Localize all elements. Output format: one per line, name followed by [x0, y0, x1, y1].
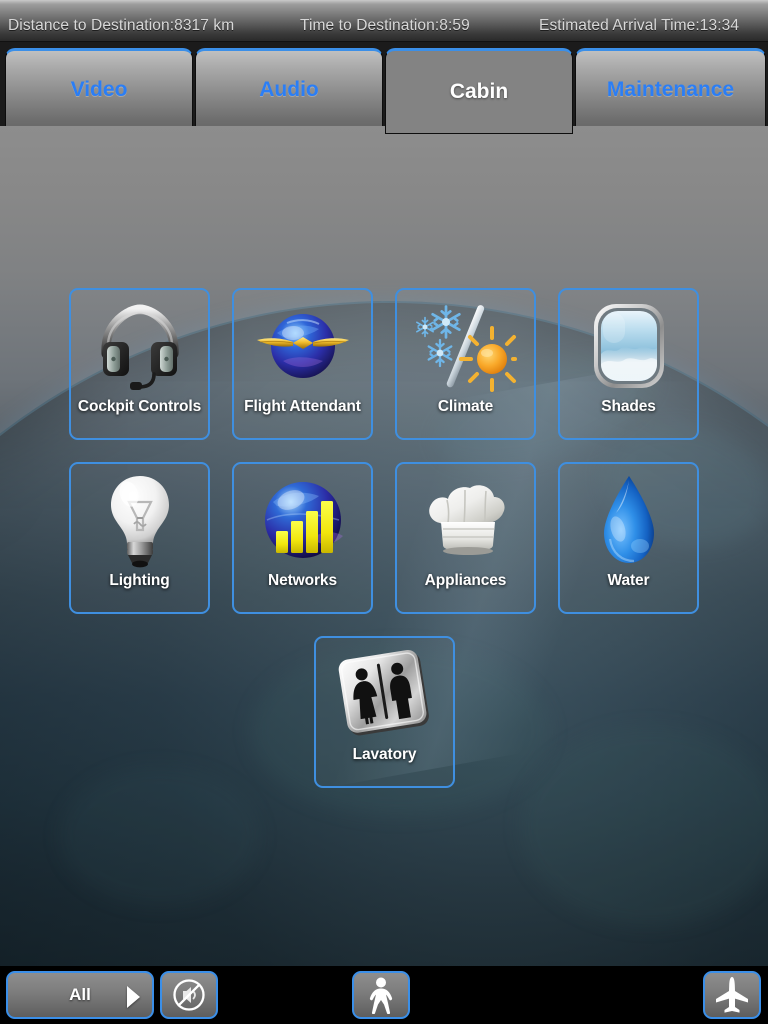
tab-audio-label: Audio	[259, 78, 319, 101]
tile-appliances[interactable]: Appliances	[395, 462, 536, 614]
aircraft-view-button[interactable]	[703, 971, 761, 1019]
tile-label: Lighting	[109, 572, 170, 589]
globe-wings-icon	[234, 294, 371, 398]
chevron-right-icon	[127, 986, 140, 1008]
tile-cockpit-controls[interactable]: Cockpit Controls	[69, 288, 210, 440]
bottom-toolbar: All	[0, 966, 768, 1024]
tile-lavatory[interactable]: Lavatory	[314, 636, 455, 788]
lavatory-sign-icon	[316, 642, 453, 746]
lightbulb-icon	[71, 468, 208, 572]
airplane-icon	[714, 976, 750, 1014]
tab-audio[interactable]: Audio	[195, 48, 383, 130]
tile-lighting[interactable]: Lighting	[69, 462, 210, 614]
chef-hat-icon	[397, 468, 534, 572]
cabin-function-grid: Cockpit Controls Flight Attendant Climat…	[0, 126, 768, 966]
tile-label: Flight Attendant	[244, 398, 361, 415]
distance-to-destination: Distance to Destination:8317 km	[8, 17, 235, 34]
cabin-management-screen: Distance to Destination:8317 km Time to …	[0, 0, 768, 1024]
mute-speaker-icon	[171, 977, 207, 1013]
tile-climate[interactable]: Climate	[395, 288, 536, 440]
tile-label: Lavatory	[352, 746, 417, 763]
main-stage: Cockpit Controls Flight Attendant Climat…	[0, 126, 768, 966]
walking-person-icon	[365, 976, 397, 1014]
time-to-destination: Time to Destination:8:59	[300, 17, 470, 34]
tile-shades[interactable]: Shades	[558, 288, 699, 440]
tab-video-label: Video	[70, 78, 128, 101]
tile-label: Climate	[437, 398, 494, 415]
attendant-call-button[interactable]	[352, 971, 410, 1019]
tile-water[interactable]: Water	[558, 462, 699, 614]
tile-flight-attendant[interactable]: Flight Attendant	[232, 288, 373, 440]
tile-label: Water	[607, 572, 650, 589]
water-drop-icon	[560, 468, 697, 572]
tab-maintenance[interactable]: Maintenance	[575, 48, 766, 130]
globe-signal-bars-icon	[234, 468, 371, 572]
tab-maintenance-label: Maintenance	[606, 78, 735, 101]
tab-cabin-label: Cabin	[449, 80, 509, 103]
tile-label: Appliances	[424, 572, 507, 589]
tile-label: Networks	[268, 572, 337, 589]
tab-cabin[interactable]: Cabin	[385, 48, 573, 134]
tab-video[interactable]: Video	[5, 48, 193, 130]
tile-label: Shades	[601, 398, 656, 415]
snowflake-sun-icon	[397, 294, 534, 398]
estimated-arrival-time: Estimated Arrival Time:13:34	[539, 17, 740, 34]
zone-selector-all-button[interactable]: All	[6, 971, 154, 1019]
tile-label: Cockpit Controls	[77, 398, 202, 415]
headset-icon	[71, 294, 208, 398]
status-bar: Distance to Destination:8317 km Time to …	[0, 0, 768, 42]
tile-networks[interactable]: Networks	[232, 462, 373, 614]
cabin-window-icon	[560, 294, 697, 398]
mute-button[interactable]	[160, 971, 218, 1019]
tab-bar: Video Audio Cabin Maintenance	[0, 42, 768, 134]
